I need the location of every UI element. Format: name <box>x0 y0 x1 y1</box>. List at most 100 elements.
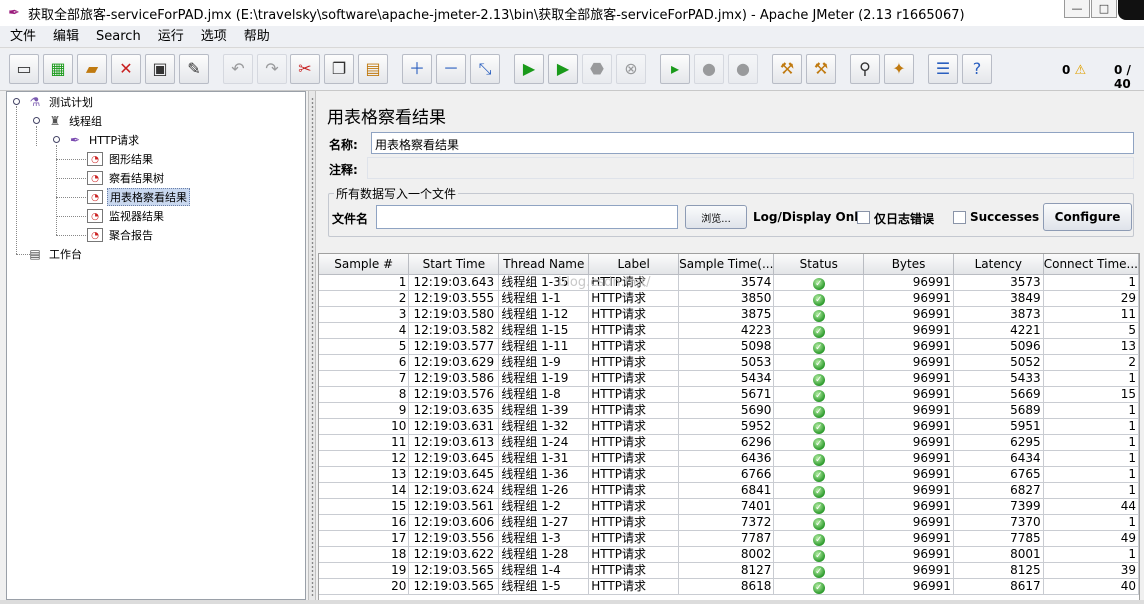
menu-search[interactable]: Search <box>86 26 148 48</box>
table-row[interactable]: 7 12:19:03.586 线程组 1-19 HTTP请求 5434 ✓ 96991 543… <box>319 370 1139 387</box>
cell-sample-number: 4 <box>319 322 410 339</box>
shutdown-icon[interactable]: ⊗ <box>616 54 646 84</box>
start-icon[interactable]: ▶ <box>514 54 544 84</box>
configure-button[interactable]: Configure <box>1043 203 1132 231</box>
browse-button[interactable]: 浏览... <box>685 205 747 229</box>
redo-icon[interactable]: ↷ <box>257 54 287 84</box>
clear-all-icon[interactable]: ⚒ <box>806 54 836 84</box>
close-icon[interactable]: ✕ <box>111 54 141 84</box>
table-row[interactable]: 20 12:19:03.565 线程组 1-5 HTTP请求 8618 ✓ 96991 861… <box>319 578 1139 595</box>
save-icon[interactable]: ▣ <box>145 54 175 84</box>
menu-options[interactable]: 选项 <box>191 26 234 48</box>
cell-status: ✓ <box>773 482 865 499</box>
warning-icon[interactable]: ⚠ <box>1075 63 1087 78</box>
tree-node-label: 工作台 <box>49 248 82 261</box>
cell-thread-name: 线程组 1-24 <box>498 434 590 451</box>
tree-node-aggregate-report[interactable]: ◔ 聚合报告 <box>87 226 155 244</box>
table-row[interactable]: 19 12:19:03.565 线程组 1-4 HTTP请求 8127 ✓ 96991 812… <box>319 562 1139 579</box>
new-icon[interactable]: ▭ <box>9 54 39 84</box>
close-window-button[interactable] <box>1118 0 1144 20</box>
function-helper-icon[interactable]: ☰ <box>928 54 958 84</box>
cell-label: HTTP请求 <box>588 514 680 531</box>
table-row[interactable]: 18 12:19:03.622 线程组 1-28 HTTP请求 8002 ✓ 96991 80… <box>319 546 1139 563</box>
templates-icon[interactable]: ▦ <box>43 54 73 84</box>
table-row[interactable]: 9 12:19:03.635 线程组 1-39 HTTP请求 5690 ✓ 96991 568… <box>319 402 1139 419</box>
cell-thread-name: 线程组 1-26 <box>498 482 590 499</box>
title-bar: ✒ 获取全部旅客-serviceForPAD.jmx (E:\travelsky… <box>0 0 1144 26</box>
save-as-icon[interactable]: ✎ <box>179 54 209 84</box>
reset-search-icon[interactable]: ✦ <box>884 54 914 84</box>
cell-status: ✓ <box>773 290 865 307</box>
column-header-sample-number[interactable]: Sample # <box>319 254 410 275</box>
comment-field[interactable] <box>367 157 1134 179</box>
remote-exit-icon[interactable]: ● <box>728 54 758 84</box>
start-no-pause-icon[interactable]: ▶ <box>548 54 578 84</box>
table-row[interactable]: 16 12:19:03.606 线程组 1-27 HTTP请求 7372 ✓ 96991 73… <box>319 514 1139 531</box>
filename-input[interactable] <box>376 205 678 229</box>
table-row[interactable]: 17 12:19:03.556 线程组 1-3 HTTP请求 7787 ✓ 96991 778… <box>319 530 1139 547</box>
tree-node-test-plan[interactable]: ⚗ 测试计划 <box>27 93 95 111</box>
table-row[interactable]: 4 12:19:03.582 线程组 1-15 HTTP请求 4223 ✓ 96991 422… <box>319 322 1139 339</box>
successes-checkbox[interactable] <box>953 211 966 224</box>
tree-node-thread-group[interactable]: ♜ 线程组 <box>47 112 104 130</box>
expand-icon[interactable]: ＋ <box>402 54 432 84</box>
cell-bytes: 96991 <box>863 386 954 403</box>
table-row[interactable]: 13 12:19:03.645 线程组 1-36 HTTP请求 6766 ✓ 96991 67… <box>319 466 1139 483</box>
toggle-icon[interactable]: ⤡ <box>470 54 500 84</box>
tree-node-view-results-tree[interactable]: ◔ 察看结果树 <box>87 169 166 187</box>
panel-title: 用表格察看结果 <box>327 108 446 128</box>
menu-file[interactable]: 文件 <box>0 26 43 48</box>
table-row[interactable]: 10 12:19:03.631 线程组 1-32 HTTP请求 5952 ✓ 96991 59… <box>319 418 1139 435</box>
paste-icon[interactable]: ▤ <box>358 54 388 84</box>
tree-node-graph-results[interactable]: ◔ 图形结果 <box>87 150 155 168</box>
table-row[interactable]: 12 12:19:03.645 线程组 1-31 HTTP请求 6436 ✓ 96991 64… <box>319 450 1139 467</box>
column-header-latency[interactable]: Latency <box>953 254 1044 275</box>
column-header-label[interactable]: Label <box>588 254 680 275</box>
table-row[interactable]: 3 12:19:03.580 线程组 1-12 HTTP请求 3875 ✓ 96991 387… <box>319 306 1139 323</box>
stop-icon[interactable]: ⬣ <box>582 54 612 84</box>
column-header-status[interactable]: Status <box>773 254 865 275</box>
cell-thread-name: 线程组 1-35 <box>498 274 590 291</box>
menu-help[interactable]: 帮助 <box>234 26 277 48</box>
remote-start-icon[interactable]: ▸ <box>660 54 690 84</box>
split-pane-divider[interactable] <box>308 91 316 604</box>
name-field[interactable]: 用表格察看结果 <box>371 132 1134 154</box>
cell-bytes: 96991 <box>863 402 954 419</box>
column-header-sample-time[interactable]: Sample Time(... <box>678 254 775 275</box>
table-row[interactable]: 5 12:19:03.577 线程组 1-11 HTTP请求 5098 ✓ 96991 509… <box>319 338 1139 355</box>
column-header-bytes[interactable]: Bytes <box>863 254 954 275</box>
table-row[interactable]: 1 12:19:03.643 线程组 1-35 HTTP请求 3574 ✓ 96991 357… <box>319 274 1139 291</box>
clear-icon[interactable]: ⚒ <box>772 54 802 84</box>
column-header-thread-name[interactable]: Thread Name <box>498 254 590 275</box>
tree-node-http-request[interactable]: ✒ HTTP请求 <box>67 131 141 149</box>
table-row[interactable]: 14 12:19:03.624 线程组 1-26 HTTP请求 6841 ✓ 96991 68… <box>319 482 1139 499</box>
open-icon[interactable]: ▰ <box>77 54 107 84</box>
collapse-icon[interactable]: － <box>436 54 466 84</box>
cut-icon[interactable]: ✂ <box>290 54 320 84</box>
cell-label: HTTP请求 <box>588 418 680 435</box>
undo-icon[interactable]: ↶ <box>223 54 253 84</box>
menu-run[interactable]: 运行 <box>148 26 191 48</box>
tree-node-label: HTTP请求 <box>89 134 140 147</box>
minimize-button[interactable]: — <box>1064 0 1090 18</box>
remote-stop-icon[interactable]: ● <box>694 54 724 84</box>
window-bottom-edge <box>0 600 1144 604</box>
copy-icon[interactable]: ❐ <box>324 54 354 84</box>
success-status-icon: ✓ <box>812 549 825 561</box>
table-row[interactable]: 6 12:19:03.629 线程组 1-9 HTTP请求 5053 ✓ 96991 5052… <box>319 354 1139 371</box>
column-header-start-time[interactable]: Start Time <box>408 254 500 275</box>
tree-node-monitor-results[interactable]: ◔ 监视器结果 <box>87 207 166 225</box>
column-header-connect-time[interactable]: Connect Time... <box>1043 254 1139 275</box>
menu-edit[interactable]: 编辑 <box>43 26 86 48</box>
table-row[interactable]: 15 12:19:03.561 线程组 1-2 HTTP请求 7401 ✓ 96991 739… <box>319 498 1139 515</box>
cell-label: HTTP请求 <box>588 466 680 483</box>
help-icon[interactable]: ? <box>962 54 992 84</box>
errors-only-checkbox[interactable] <box>857 211 870 224</box>
table-row[interactable]: 8 12:19:03.576 线程组 1-8 HTTP请求 5671 ✓ 96991 5669… <box>319 386 1139 403</box>
table-row[interactable]: 11 12:19:03.613 线程组 1-24 HTTP请求 6296 ✓ 96991 62… <box>319 434 1139 451</box>
search-icon[interactable]: ⚲ <box>850 54 880 84</box>
maximize-button[interactable]: □ <box>1091 0 1117 18</box>
tree-node-view-results-table[interactable]: ◔ 用表格察看结果 <box>87 188 190 206</box>
tree-node-workbench[interactable]: ▤ 工作台 <box>27 245 84 263</box>
table-row[interactable]: 2 12:19:03.555 线程组 1-1 HTTP请求 3850 ✓ 96991 3849… <box>319 290 1139 307</box>
